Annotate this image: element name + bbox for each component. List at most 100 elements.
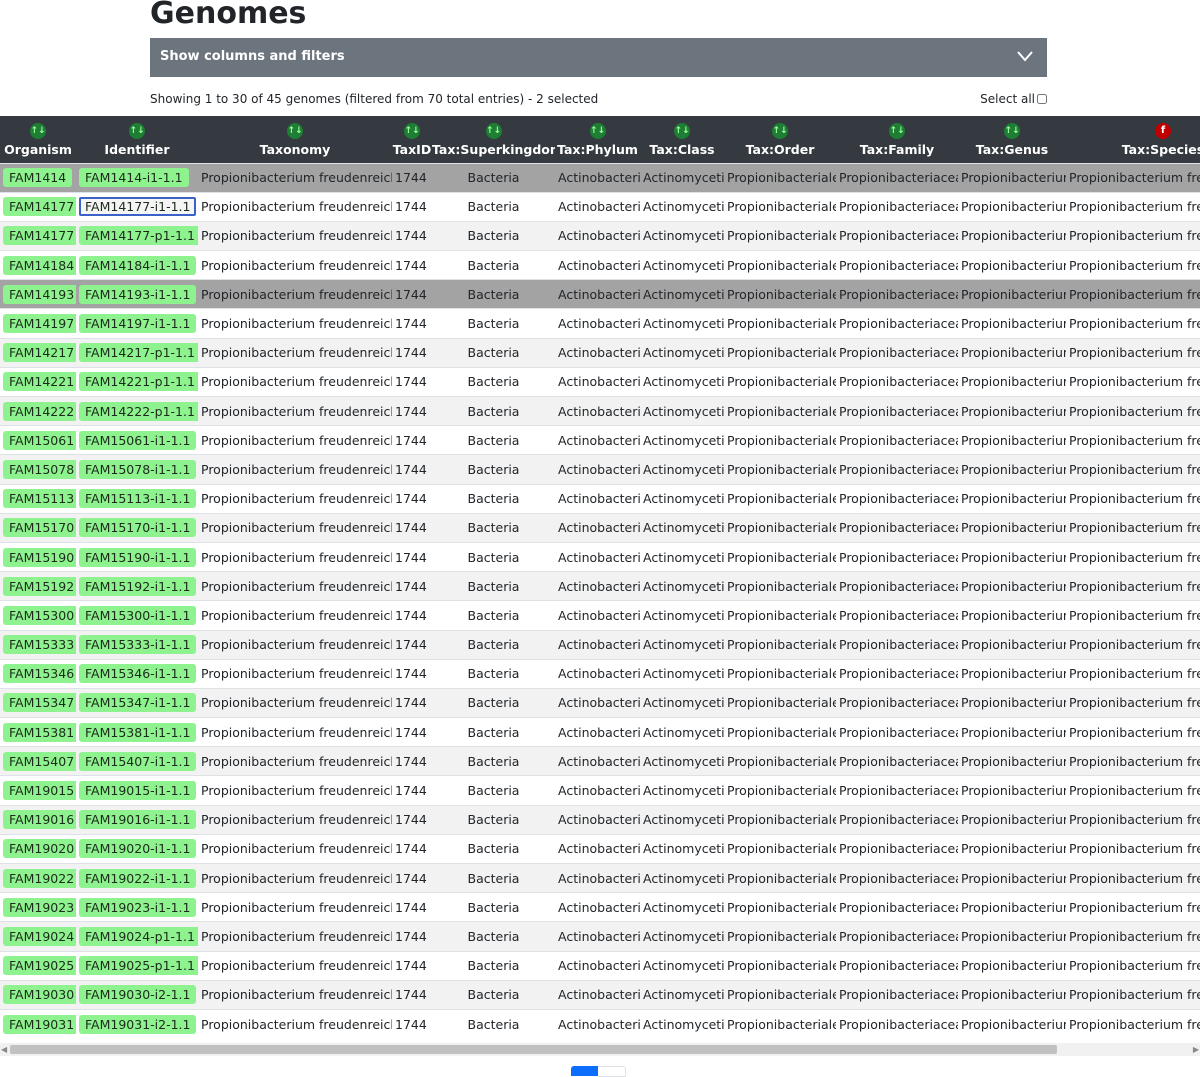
table-row[interactable]: FAM19025 FAM19025-p1-1.1 Propionibacterium… — [0, 950, 1200, 981]
table-row[interactable]: FAM15113 FAM15113-i1-1.1 Propionibacterium… — [0, 483, 1200, 514]
organism-link[interactable]: FAM19022 — [3, 868, 76, 888]
organism-link[interactable]: FAM15381 — [3, 722, 76, 742]
table-row[interactable]: FAM19015 FAM19015-i1-1.1 Propionibacterium… — [0, 775, 1200, 806]
organism-link[interactable]: FAM14197 — [3, 314, 76, 334]
identifier-link[interactable]: FAM19031-i2-1.1 — [79, 1014, 197, 1034]
column-header-order[interactable]: ↑↓ Tax:Order — [724, 116, 836, 163]
table-row[interactable]: FAM15170 FAM15170-i1-1.1 Propionibacterium… — [0, 512, 1200, 543]
organism-link[interactable]: FAM19031 — [3, 1014, 76, 1034]
identifier-link[interactable]: FAM15300-i1-1.1 — [79, 605, 197, 625]
identifier-link[interactable]: FAM19022-i1-1.1 — [79, 868, 197, 888]
table-row[interactable]: FAM19030 FAM19030-i2-1.1 Propionibacterium… — [0, 979, 1200, 1010]
organism-link[interactable]: FAM19015 — [3, 781, 76, 801]
identifier-link[interactable]: FAM14184-i1-1.1 — [79, 255, 197, 275]
organism-link[interactable]: FAM15192 — [3, 576, 76, 596]
scroll-left-arrow-icon[interactable]: ◀ — [1, 1045, 7, 1054]
table-row[interactable]: FAM14193 FAM14193-i1-1.1 Propionibacterium… — [0, 279, 1200, 309]
organism-link[interactable]: FAM15346 — [3, 664, 76, 684]
table-row[interactable]: FAM15192 FAM15192-i1-1.1 Propionibacterium… — [0, 571, 1200, 601]
table-row[interactable]: FAM15333 FAM15333-i1-1.1 Propionibacterium… — [0, 629, 1200, 660]
table-row[interactable]: FAM15381 FAM15381-i1-1.1 Propionibacterium… — [0, 717, 1200, 747]
select-all-checkbox[interactable] — [1037, 94, 1047, 104]
sort-icon[interactable]: ↑↓ — [287, 122, 303, 139]
table-row[interactable]: FAM14221 FAM14221-p1-1.1 Propionibacterium… — [0, 366, 1200, 397]
identifier-link[interactable]: FAM15347-i1-1.1 — [79, 693, 197, 713]
column-header-class[interactable]: ↑↓ Tax:Class — [640, 116, 724, 163]
column-header-taxid[interactable]: ↑↓ TaxID — [392, 116, 432, 163]
organism-link[interactable]: FAM19020 — [3, 839, 76, 859]
identifier-link[interactable]: FAM15192-i1-1.1 — [79, 576, 197, 596]
table-row[interactable]: FAM14217 FAM14217-p1-1.1 Propionibacterium… — [0, 337, 1200, 368]
column-header-superkingdom[interactable]: ↑↓ Tax:Superkingdom — [432, 116, 555, 163]
sort-icon[interactable]: ↑↓ — [1004, 122, 1020, 139]
table-row[interactable]: FAM19020 FAM19020-i1-1.1 Propionibacterium… — [0, 833, 1200, 864]
organism-link[interactable]: FAM14193 — [3, 284, 76, 304]
organism-link[interactable]: FAM19024 — [3, 926, 76, 946]
organism-link[interactable]: FAM15113 — [3, 489, 76, 509]
identifier-link[interactable]: FAM19024-p1-1.1 — [79, 926, 198, 946]
organism-link[interactable]: FAM19023 — [3, 897, 76, 917]
organism-link[interactable]: FAM15347 — [3, 693, 76, 713]
organism-link[interactable]: FAM1414 — [3, 168, 73, 188]
scrollbar-thumb[interactable] — [10, 1045, 1057, 1054]
identifier-link[interactable]: FAM15078-i1-1.1 — [79, 459, 197, 479]
identifier-link[interactable]: FAM14217-p1-1.1 — [79, 343, 198, 363]
organism-link[interactable]: FAM15170 — [3, 518, 76, 538]
table-row[interactable]: FAM14177 FAM14177-p1-1.1 Propionibacterium… — [0, 220, 1200, 251]
identifier-link[interactable]: FAM19015-i1-1.1 — [79, 781, 197, 801]
column-header-phylum[interactable]: ↑↓ Tax:Phylum — [555, 116, 640, 163]
column-header-identifier[interactable]: ↑↓ Identifier — [76, 116, 198, 163]
table-row[interactable]: FAM14177 FAM14177-i1-1.1 Propionibacterium… — [0, 191, 1200, 222]
identifier-link[interactable]: FAM15381-i1-1.1 — [79, 722, 197, 742]
column-header-family[interactable]: ↑↓ Tax:Family — [836, 116, 958, 163]
table-row[interactable]: FAM15061 FAM15061-i1-1.1 Propionibacterium… — [0, 425, 1200, 455]
sort-icon[interactable]: ↑↓ — [589, 122, 606, 139]
identifier-link[interactable]: FAM14177-p1-1.1 — [79, 226, 198, 246]
organism-link[interactable]: FAM15190 — [3, 547, 76, 567]
identifier-link[interactable]: FAM14193-i1-1.1 — [79, 284, 197, 304]
identifier-link[interactable]: FAM19030-i2-1.1 — [79, 985, 197, 1005]
horizontal-scrollbar[interactable]: ◀ ▶ — [0, 1043, 1200, 1056]
table-row[interactable]: FAM14222 FAM14222-p1-1.1 Propionibacterium… — [0, 395, 1200, 426]
organism-link[interactable]: FAM14177 — [3, 197, 76, 217]
column-header-genus[interactable]: ↑↓ Tax:Genus — [958, 116, 1066, 163]
column-header-species[interactable]: f Tax:Species — [1066, 116, 1200, 163]
identifier-link[interactable]: FAM1414-i1-1.1 — [79, 168, 189, 188]
organism-link[interactable]: FAM19030 — [3, 985, 76, 1005]
organism-link[interactable]: FAM15333 — [3, 635, 76, 655]
table-row[interactable]: FAM15346 FAM15346-i1-1.1 Propionibacterium… — [0, 658, 1200, 689]
identifier-link[interactable]: FAM15346-i1-1.1 — [79, 664, 197, 684]
identifier-link[interactable]: FAM14222-p1-1.1 — [79, 401, 198, 421]
table-row[interactable]: FAM14184 FAM14184-i1-1.1 Propionibacterium… — [0, 250, 1200, 280]
table-row[interactable]: FAM15407 FAM15407-i1-1.1 Propionibacterium… — [0, 746, 1200, 776]
table-row[interactable]: FAM19022 FAM19022-i1-1.1 Propionibacterium… — [0, 862, 1200, 893]
organism-link[interactable]: FAM19025 — [3, 956, 76, 976]
organism-link[interactable]: FAM14217 — [3, 343, 76, 363]
table-row[interactable]: FAM15078 FAM15078-i1-1.1 Propionibacterium… — [0, 454, 1200, 485]
identifier-link[interactable]: FAM19016-i1-1.1 — [79, 810, 197, 830]
table-row[interactable]: FAM15300 FAM15300-i1-1.1 Propionibacterium… — [0, 600, 1200, 630]
organism-link[interactable]: FAM14222 — [3, 401, 76, 421]
sort-icon[interactable]: ↑↓ — [404, 122, 420, 139]
sort-icon[interactable]: ↑↓ — [485, 122, 502, 139]
organism-link[interactable]: FAM14221 — [3, 372, 76, 392]
organism-link[interactable]: FAM15061 — [3, 430, 76, 450]
identifier-link[interactable]: FAM15333-i1-1.1 — [79, 635, 197, 655]
table-row[interactable]: FAM19024 FAM19024-p1-1.1 Propionibacterium… — [0, 921, 1200, 952]
filter-active-icon[interactable]: f — [1155, 122, 1171, 139]
organism-link[interactable]: FAM14184 — [3, 255, 76, 275]
sort-icon[interactable]: ↑↓ — [772, 122, 788, 139]
table-row[interactable]: FAM14197 FAM14197-i1-1.1 Propionibacterium… — [0, 308, 1200, 339]
table-row[interactable]: FAM15347 FAM15347-i1-1.1 Propionibacterium… — [0, 687, 1200, 718]
table-row[interactable]: FAM15190 FAM15190-i1-1.1 Propionibacterium… — [0, 541, 1200, 572]
table-row[interactable]: FAM19031 FAM19031-i2-1.1 Propionibacterium… — [0, 1008, 1200, 1039]
select-all-control[interactable]: Select all — [980, 92, 1047, 106]
identifier-link[interactable]: FAM15190-i1-1.1 — [79, 547, 197, 567]
table-row[interactable]: FAM19023 FAM19023-i1-1.1 Propionibacterium… — [0, 892, 1200, 922]
sort-icon[interactable]: ↑↓ — [30, 122, 46, 139]
identifier-link[interactable]: FAM15061-i1-1.1 — [79, 430, 197, 450]
sort-icon[interactable]: ↑↓ — [889, 122, 905, 139]
table-row[interactable]: FAM19016 FAM19016-i1-1.1 Propionibacterium… — [0, 804, 1200, 835]
organism-link[interactable]: FAM14177 — [3, 226, 76, 246]
identifier-link[interactable]: FAM19020-i1-1.1 — [79, 839, 197, 859]
